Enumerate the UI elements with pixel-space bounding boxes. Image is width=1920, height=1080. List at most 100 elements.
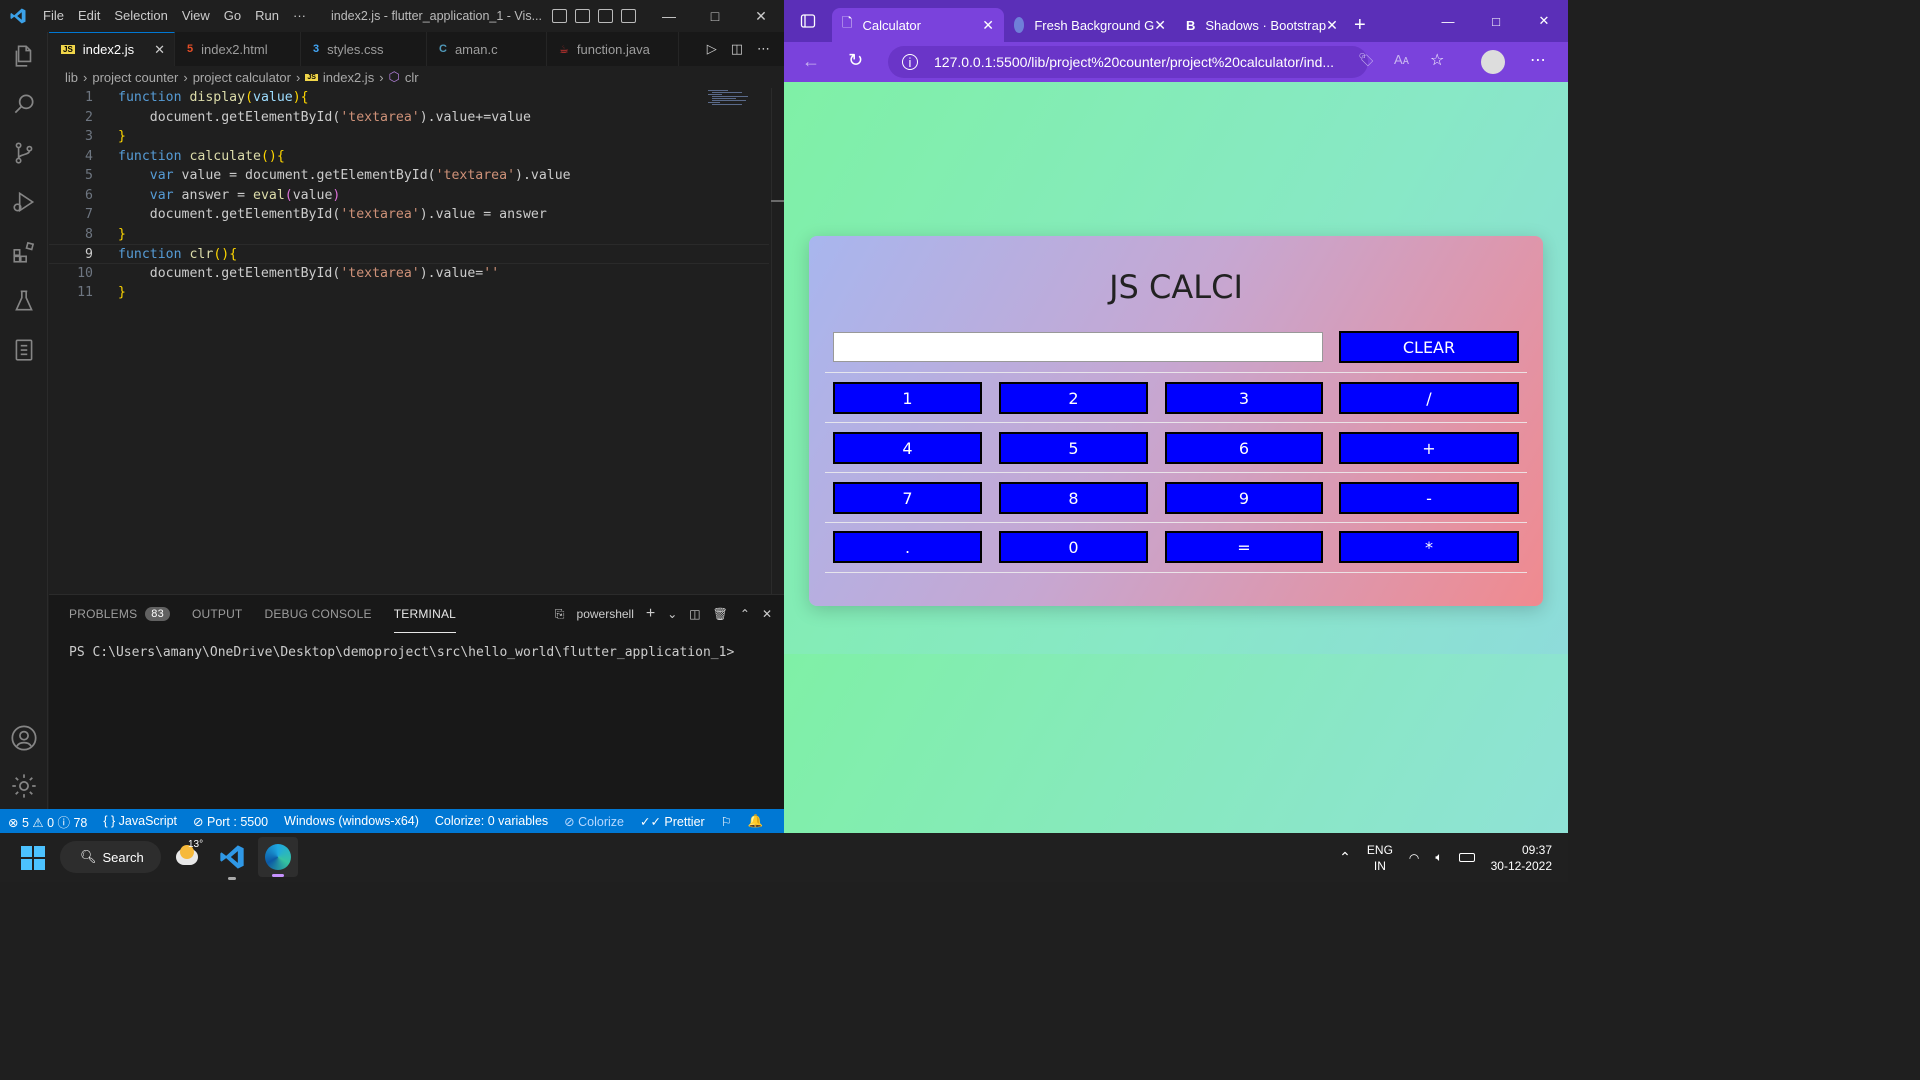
button-3[interactable]: 3 (1165, 382, 1323, 414)
site-info-icon[interactable]: i (902, 54, 918, 70)
clear-button[interactable]: CLEAR (1339, 331, 1519, 363)
accounts-icon[interactable] (0, 714, 48, 762)
minimize-icon[interactable]: — (646, 0, 692, 32)
taskbar-search[interactable]: 🔍︎ Search (60, 841, 161, 873)
close-tab-icon[interactable]: ✕ (1326, 17, 1338, 34)
remote-explorer-icon[interactable] (0, 326, 48, 374)
button-5[interactable]: 5 (999, 432, 1148, 464)
toggle-panel-icon[interactable] (575, 9, 590, 23)
notifications-bell-icon[interactable]: 🔔 (740, 814, 772, 829)
split-editor-icon[interactable]: ◫ (731, 41, 743, 57)
tab-debug-console[interactable]: DEBUG CONSOLE (264, 595, 371, 633)
prettier-status[interactable]: ✓✓ Prettier (632, 814, 713, 829)
terminal-shell-label[interactable]: powershell (577, 607, 634, 621)
browser-tab-shadows-bootstrap[interactable]: B Shadows · Bootstrap ✕ (1176, 8, 1344, 42)
close-icon[interactable]: ✕ (1520, 13, 1568, 29)
clock[interactable]: 09:37 30-12-2022 (1491, 842, 1552, 874)
settings-more-icon[interactable]: ⋯ (1530, 50, 1546, 70)
new-terminal-icon[interactable]: + (646, 605, 655, 623)
tab-index2-html[interactable]: 5 index2.html (175, 32, 301, 66)
tab-index2-js[interactable]: JS index2.js ✕ (49, 32, 175, 66)
favorites-star-icon[interactable]: ☆ (1430, 50, 1444, 70)
button-add[interactable]: + (1339, 432, 1519, 464)
maximize-icon[interactable]: □ (692, 0, 738, 32)
split-terminal-icon[interactable]: ◫ (689, 607, 700, 621)
minimap[interactable] (706, 88, 766, 108)
menu-view[interactable]: View (175, 0, 217, 32)
maximize-icon[interactable]: □ (1472, 14, 1520, 29)
minimize-icon[interactable]: — (1424, 14, 1472, 29)
feedback-icon[interactable]: ⚐ (713, 814, 740, 829)
tab-function-java[interactable]: ☕ function.java (547, 32, 679, 66)
tag-icon[interactable]: 🏷 (1358, 52, 1375, 68)
toggle-secondary-sidebar-icon[interactable] (598, 9, 613, 23)
colorize-variables[interactable]: Colorize: 0 variables (427, 814, 556, 828)
weather-widget[interactable]: 13° (176, 839, 206, 873)
wifi-icon[interactable]: ◠ (1409, 851, 1419, 865)
tab-actions-icon[interactable] (784, 0, 832, 42)
menu-file[interactable]: File (36, 0, 71, 32)
vscode-logo-icon[interactable] (0, 0, 36, 32)
toggle-sidebar-icon[interactable] (552, 9, 567, 23)
breadcrumb-item[interactable]: clr (405, 70, 419, 85)
address-bar[interactable]: i 127.0.0.1:5500/lib/project%20counter/p… (888, 46, 1368, 78)
breadcrumb-item[interactable]: project calculator (193, 70, 291, 85)
menu-edit[interactable]: Edit (71, 0, 107, 32)
language-mode[interactable]: { } JavaScript (95, 814, 185, 828)
button-8[interactable]: 8 (999, 482, 1148, 514)
menu-run[interactable]: Run (248, 0, 286, 32)
close-panel-icon[interactable]: ✕ (762, 607, 772, 621)
calculator-display-input[interactable] (833, 332, 1323, 362)
vscode-taskbar-icon[interactable] (218, 843, 246, 880)
terminal-prompt[interactable]: PS C:\Users\amany\OneDrive\Desktop\demop… (49, 645, 784, 660)
read-aloud-icon[interactable]: Aᴀ (1394, 52, 1409, 67)
back-arrow-icon[interactable]: ← (802, 51, 820, 72)
button-decimal[interactable]: . (833, 531, 982, 563)
run-debug-icon[interactable] (0, 178, 48, 226)
run-file-icon[interactable]: ▷ (707, 41, 717, 57)
browser-tab-fresh-background[interactable]: Fresh Background G ✕ (1004, 8, 1176, 42)
tab-aman-c[interactable]: C aman.c (427, 32, 547, 66)
button-4[interactable]: 4 (833, 432, 982, 464)
menu-more[interactable]: ··· (286, 0, 313, 32)
maximize-panel-icon[interactable]: ⌃ (740, 607, 750, 621)
close-icon[interactable]: ✕ (738, 0, 784, 32)
edge-taskbar-icon[interactable] (258, 837, 298, 877)
problems-status[interactable]: ⊗ 5 ⚠ 0 ⓘ 78 (0, 812, 95, 831)
more-actions-icon[interactable]: ⋯ (757, 41, 770, 57)
chevron-up-icon[interactable]: ⌃ (1339, 849, 1351, 866)
breadcrumb-item[interactable]: lib (65, 70, 78, 85)
chevron-down-icon[interactable]: ⌄ (667, 607, 677, 621)
tab-output[interactable]: OUTPUT (192, 595, 243, 633)
platform-status[interactable]: Windows (windows-x64) (276, 814, 427, 828)
profile-avatar[interactable] (1481, 50, 1505, 74)
customize-layout-icon[interactable] (621, 9, 636, 23)
tab-problems[interactable]: PROBLEMS 83 (69, 595, 170, 633)
testing-icon[interactable] (0, 277, 48, 325)
breadcrumb-item[interactable]: project counter (92, 70, 178, 85)
live-server-port[interactable]: ⊘ Port : 5500 (185, 814, 276, 829)
button-7[interactable]: 7 (833, 482, 982, 514)
button-2[interactable]: 2 (999, 382, 1148, 414)
button-multiply[interactable]: * (1339, 531, 1519, 563)
close-tab-icon[interactable]: ✕ (1154, 17, 1166, 34)
button-9[interactable]: 9 (1165, 482, 1323, 514)
button-equals[interactable]: = (1165, 531, 1323, 563)
battery-icon[interactable] (1458, 853, 1475, 862)
new-tab-icon[interactable]: + (1344, 8, 1376, 42)
editor-scrollbar[interactable] (771, 88, 784, 594)
settings-gear-icon[interactable] (0, 762, 48, 810)
close-tab-icon[interactable]: ✕ (982, 17, 994, 34)
source-control-icon[interactable] (0, 129, 48, 177)
trash-icon[interactable]: 🗑 (713, 607, 728, 621)
code-editor[interactable]: 1 function display(value){ 2 document.ge… (49, 88, 769, 594)
menu-selection[interactable]: Selection (107, 0, 174, 32)
explorer-icon[interactable] (0, 32, 48, 80)
button-divide[interactable]: / (1339, 382, 1519, 414)
button-0[interactable]: 0 (999, 531, 1148, 563)
volume-icon[interactable]: 🔈︎ (1435, 850, 1442, 865)
windows-start-icon[interactable] (21, 846, 45, 873)
tab-styles-css[interactable]: 3 styles.css (301, 32, 427, 66)
tab-terminal[interactable]: TERMINAL (393, 595, 457, 633)
button-6[interactable]: 6 (1165, 432, 1323, 464)
